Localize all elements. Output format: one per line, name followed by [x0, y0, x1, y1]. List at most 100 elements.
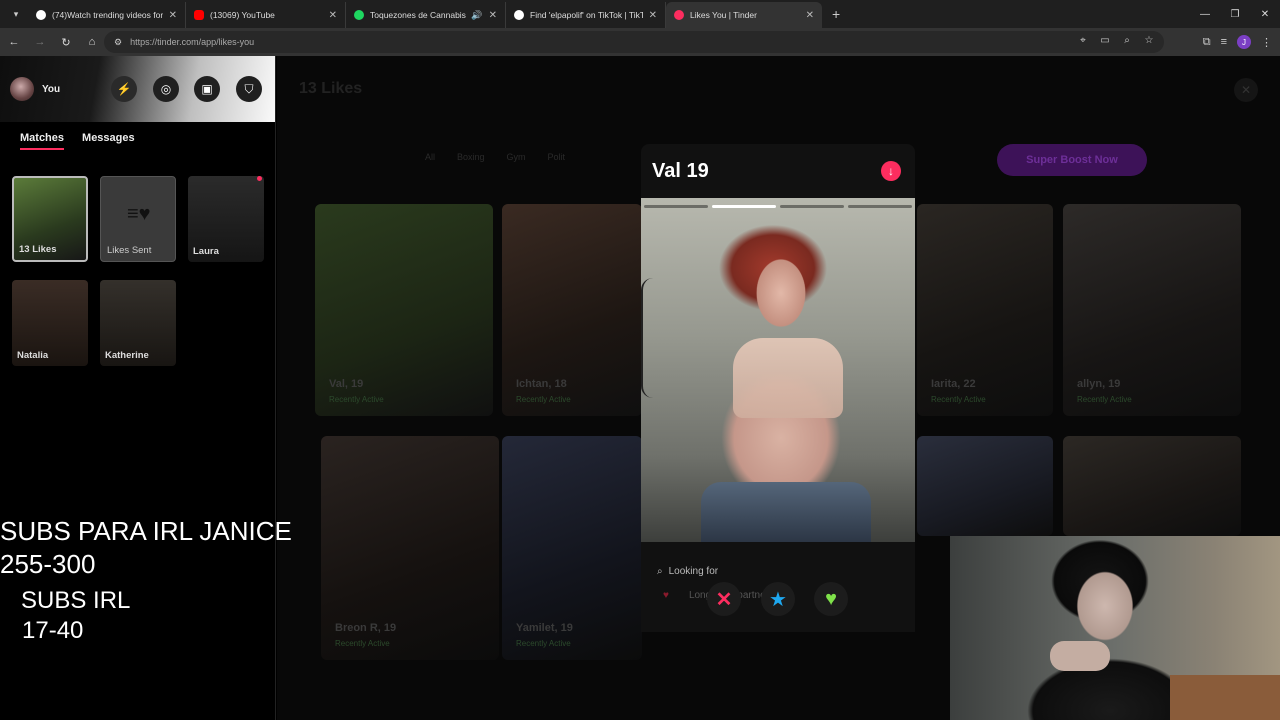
- filter-chip[interactable]: Gym: [507, 152, 526, 162]
- like-card[interactable]: [917, 436, 1053, 536]
- close-icon[interactable]: ✕: [1234, 78, 1258, 102]
- extensions-icon[interactable]: ⧉: [1203, 36, 1211, 49]
- super-boost-button[interactable]: Super Boost Now: [997, 144, 1147, 176]
- close-icon[interactable]: ✕: [649, 10, 657, 21]
- nope-button[interactable]: ✕: [707, 582, 741, 616]
- site-info-icon[interactable]: ⚙: [114, 37, 122, 48]
- browser-tab[interactable]: Find 'elpapolif' on TikTok | TikTo ✕: [506, 2, 666, 28]
- tab-search-menu-icon[interactable]: ▾: [4, 3, 28, 25]
- briefcase-icon[interactable]: ▣: [194, 76, 220, 102]
- match-label: Laura: [193, 246, 219, 257]
- close-icon[interactable]: ✕: [489, 10, 497, 21]
- omnibox-actions: ⌖ ▭ ⌕ ☆: [1076, 35, 1156, 46]
- collapse-arrow-icon[interactable]: ↓: [881, 161, 901, 181]
- location-icon[interactable]: ⌖: [1076, 35, 1090, 46]
- heart-icon: ♥: [825, 587, 837, 610]
- looking-for-section: ⌕ Looking for: [657, 566, 718, 577]
- tab-matches[interactable]: Matches: [20, 132, 65, 150]
- match-card[interactable]: Natalia: [12, 280, 88, 366]
- photo-indicator[interactable]: [644, 205, 708, 208]
- likes-sent-card[interactable]: ≡♥ Likes Sent: [100, 176, 176, 262]
- browser-tab-active[interactable]: Likes You | Tinder ✕: [666, 2, 822, 28]
- browser-tab[interactable]: (74)Watch trending videos for y ✕: [28, 2, 186, 28]
- close-icon[interactable]: ✕: [329, 10, 337, 21]
- reload-icon[interactable]: ↻: [54, 30, 78, 54]
- like-card[interactable]: [1063, 436, 1241, 536]
- card-status: Recently Active: [335, 639, 390, 648]
- wall-sketch: [641, 278, 671, 398]
- filter-chip[interactable]: All: [425, 152, 435, 162]
- minimize-icon[interactable]: —: [1190, 0, 1220, 28]
- looking-for-label: Looking for: [668, 566, 719, 577]
- webcam-background: [1170, 675, 1280, 720]
- card-name: Iarita, 22: [931, 378, 976, 390]
- browser-right-tools: ⧉ ≡ J ⋮: [1203, 28, 1272, 56]
- stream-overlay-line: 255-300: [0, 549, 96, 579]
- tinder-icon: [674, 10, 684, 20]
- url-text: https://tinder.com/app/likes-you: [130, 37, 255, 47]
- match-label: Natalia: [17, 350, 49, 361]
- photo-indicator[interactable]: [848, 205, 912, 208]
- tiktok-icon: [36, 10, 46, 20]
- speaker-icon[interactable]: 🔊: [471, 10, 482, 21]
- tab-title: Find 'elpapolif' on TikTok | TikTo: [530, 10, 643, 20]
- new-tab-icon[interactable]: +: [832, 6, 840, 22]
- browser-tab-strip: ▾ (74)Watch trending videos for y ✕ (130…: [0, 0, 1280, 28]
- safety-shield-icon[interactable]: ⛉: [236, 76, 262, 102]
- window-controls: — ❐ ✕: [1190, 0, 1280, 28]
- likes-you-card[interactable]: 13 Likes: [12, 176, 88, 262]
- tab-title: (13069) YouTube: [210, 10, 275, 20]
- close-icon[interactable]: ✕: [806, 10, 814, 21]
- like-button[interactable]: ♥: [814, 582, 848, 616]
- bookmark-star-icon[interactable]: ☆: [1142, 35, 1156, 46]
- like-card[interactable]: Iarita, 22 Recently Active: [917, 204, 1053, 416]
- user-name[interactable]: You: [42, 84, 60, 95]
- tab-title: Likes You | Tinder: [690, 10, 757, 20]
- like-card[interactable]: Val, 19 Recently Active: [315, 204, 493, 416]
- like-card[interactable]: Ichtan, 18 Recently Active: [502, 204, 642, 416]
- media-icon[interactable]: ≡: [1221, 36, 1227, 48]
- menu-kebab-icon[interactable]: ⋮: [1261, 36, 1272, 49]
- cast-icon[interactable]: ▭: [1098, 35, 1112, 46]
- like-card[interactable]: Breon R, 19 Recently Active: [321, 436, 499, 660]
- tab-title: Toquezones de Cannabis -: [370, 10, 468, 20]
- back-icon[interactable]: ←: [2, 30, 26, 54]
- close-icon[interactable]: ✕: [169, 10, 177, 21]
- forward-icon[interactable]: →: [28, 30, 52, 54]
- match-card[interactable]: Katherine: [100, 280, 176, 366]
- new-match-dot: [257, 176, 262, 181]
- match-label: Likes Sent: [107, 245, 152, 256]
- youtube-icon: [194, 10, 204, 20]
- filter-chip[interactable]: Polit: [548, 152, 566, 162]
- card-name: Yamilet, 19: [516, 622, 573, 634]
- home-icon[interactable]: ⌂: [80, 30, 104, 54]
- photo-indicator[interactable]: [780, 205, 844, 208]
- browser-tab[interactable]: (13069) YouTube ✕: [186, 2, 346, 28]
- match-card[interactable]: Laura: [188, 176, 264, 262]
- restore-icon[interactable]: ❐: [1220, 0, 1250, 28]
- zoom-icon[interactable]: ⌕: [1120, 35, 1134, 46]
- explore-compass-icon[interactable]: ◎: [153, 76, 179, 102]
- window-close-icon[interactable]: ✕: [1250, 0, 1280, 28]
- filter-chip[interactable]: Boxing: [457, 152, 485, 162]
- card-status: Recently Active: [329, 395, 384, 404]
- browser-tab[interactable]: Toquezones de Cannabis - 🔊 ✕: [346, 2, 506, 28]
- photo-subject: [701, 482, 871, 542]
- tab-title: (74)Watch trending videos for y: [52, 10, 163, 20]
- profile-photo[interactable]: [641, 198, 915, 542]
- avatar[interactable]: [10, 77, 34, 101]
- profile-avatar[interactable]: J: [1237, 35, 1251, 49]
- like-card[interactable]: allyn, 19 Recently Active: [1063, 204, 1241, 416]
- likes-sent-icon: ≡♥: [127, 203, 151, 225]
- card-name: allyn, 19: [1077, 378, 1121, 390]
- photo-subject: [733, 338, 843, 418]
- like-card[interactable]: Yamilet, 19 Recently Active: [502, 436, 642, 660]
- photo-indicator-active[interactable]: [712, 205, 776, 208]
- tab-messages[interactable]: Messages: [82, 132, 135, 150]
- boost-lightning-icon[interactable]: ⚡: [111, 76, 137, 102]
- stream-overlay-line: 17-40: [22, 617, 84, 644]
- super-like-button[interactable]: ★: [761, 582, 795, 616]
- webcam-subject: [1050, 641, 1110, 671]
- address-bar[interactable]: ⚙ https://tinder.com/app/likes-you ⌖ ▭ ⌕…: [104, 31, 1164, 53]
- card-status: Recently Active: [931, 395, 986, 404]
